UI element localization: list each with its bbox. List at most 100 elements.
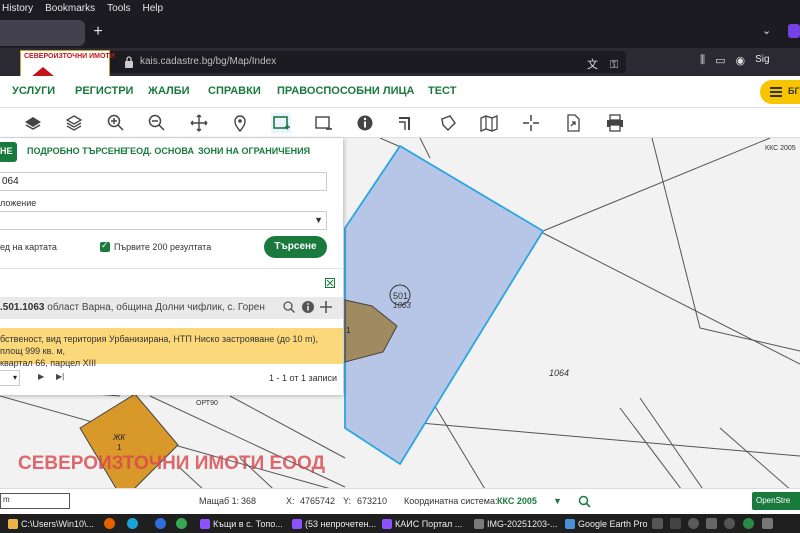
hamburger-button[interactable]: БГ [760, 80, 800, 104]
last-page-icon[interactable]: ▶| [56, 372, 64, 381]
next-page-icon[interactable]: ▶ [38, 372, 44, 381]
menu-tools[interactable]: Tools [105, 3, 132, 14]
zoom-in-icon[interactable] [106, 113, 126, 133]
scale-bar: m [0, 493, 70, 509]
taskbar-kais[interactable]: КАИС Портал ... [382, 517, 462, 531]
info-icon[interactable] [355, 113, 375, 133]
pan-icon[interactable] [189, 113, 209, 133]
stack-icon[interactable] [64, 113, 84, 133]
crs-select[interactable]: ККС 2005 [497, 496, 537, 506]
info-circle-icon[interactable] [301, 300, 315, 314]
select-rect-icon[interactable] [271, 113, 291, 133]
nav-item-services[interactable]: УСЛУГИ [12, 85, 55, 97]
taskbar-explorer[interactable]: C:\Users\Win10\... [8, 517, 94, 531]
tray-icon-5[interactable] [724, 518, 735, 529]
zoom-out-icon[interactable] [147, 113, 167, 133]
show-on-map-label[interactable]: ед на картата [0, 242, 57, 252]
tab-list-icon[interactable]: ⌄ [762, 24, 771, 37]
road-label: ОРТ90 [196, 400, 218, 407]
openstreetmap-badge[interactable]: OpenStre [752, 492, 800, 510]
crs-label: Координатна система: [404, 496, 498, 506]
corner-icon[interactable] [396, 113, 416, 133]
identifier-field[interactable]: 064 [0, 172, 327, 191]
neighbor-parcel-label: 1064 [549, 368, 569, 378]
taskbar-houses[interactable]: Къщи в с. Топо... [200, 517, 283, 531]
chrome-icon[interactable] [176, 518, 187, 529]
result-row[interactable]: .501.1063 област Варна, община Долни чиф… [0, 297, 343, 319]
parcel-number-label: 501 [393, 291, 408, 301]
sidebar-icon[interactable]: ▭ [715, 54, 725, 67]
layers-icon[interactable] [23, 113, 43, 133]
profile-label[interactable]: Sig [755, 54, 769, 67]
firefox-icon[interactable] [104, 518, 115, 529]
search-button[interactable]: Търсене [264, 236, 327, 258]
parcel-id-label: 1063 [393, 301, 411, 310]
browser-tabbar: + ⌄ [0, 16, 800, 48]
hamburger-icon [770, 87, 782, 97]
browser-menubar: History Bookmarks Tools Help [0, 0, 800, 16]
library-icon[interactable]: ⫼ [700, 54, 705, 67]
scale-value: 368 [241, 496, 257, 506]
browser-icon[interactable] [155, 518, 166, 529]
extension-icon[interactable] [788, 24, 800, 38]
language-label: БГ [788, 86, 800, 96]
taskbar-google-earth[interactable]: Google Earth Pro [565, 517, 648, 531]
nav-item-registers[interactable]: РЕГИСТРИ [75, 85, 133, 97]
tray-icon-4[interactable] [706, 518, 717, 529]
logo-text: СЕВЕРОИЗТОЧНИ ИМОТИ [24, 53, 115, 60]
taskbar-image[interactable]: IMG-20251203-... [474, 517, 558, 531]
chevron-down-icon: ▼ [314, 215, 323, 225]
tab-restriction-zones[interactable]: ЗОНИ НА ОГРАНИЧЕНИЯ [198, 146, 310, 156]
y-value: 673210 [357, 496, 388, 506]
nav-item-test[interactable]: ТЕСТ [428, 85, 456, 97]
tray-icon-7[interactable] [762, 518, 773, 529]
menu-help[interactable]: Help [141, 3, 166, 14]
result-address: област Варна, община Долни чифлик, с. Го… [47, 302, 265, 313]
selected-parcel [344, 144, 545, 466]
first-200-checkbox[interactable] [100, 240, 110, 252]
active-tab[interactable] [0, 20, 85, 46]
pager: ▾ ▶ ▶| 1 - 1 от 1 записи [0, 368, 343, 388]
crosshair-icon[interactable] [521, 113, 541, 133]
menu-history[interactable]: History [0, 3, 35, 14]
new-tab-button[interactable]: + [90, 24, 106, 40]
crs-chevron-icon[interactable]: ▼ [553, 496, 562, 506]
lock-icon [125, 56, 133, 68]
url-text: kais.cadastre.bg/bg/Map/Index [140, 56, 277, 67]
tab-geodetic-base[interactable]: ГЕОД. ОСНОВА [125, 146, 194, 156]
search-panel: НЕ ПОДРОБНО ТЪРСЕНЕ ГЕОД. ОСНОВА ЗОНИ НА… [0, 138, 343, 395]
map-icon[interactable] [479, 113, 499, 133]
panel-divider [0, 268, 343, 269]
search-icon[interactable] [282, 300, 296, 314]
key-icon[interactable]: ⚿ [610, 54, 618, 76]
nav-item-references[interactable]: СПРАВКИ [208, 85, 261, 97]
nav-item-complaints[interactable]: ЖАЛБИ [148, 85, 190, 97]
taskbar-unread[interactable]: (53 непрочетен... [292, 517, 376, 531]
translate-icon[interactable]: 文 [587, 54, 598, 76]
location-select[interactable]: ▼ [0, 211, 327, 230]
account-icon[interactable]: ◉ [735, 54, 745, 67]
tray-icon-3[interactable] [688, 518, 699, 529]
locate-search-icon[interactable] [578, 495, 591, 508]
tab-basic-search[interactable]: НЕ [0, 142, 17, 162]
select-area-icon[interactable] [313, 113, 333, 133]
tray-icon-1[interactable] [652, 518, 663, 529]
tab-detailed-search[interactable]: ПОДРОБНО ТЪРСЕНЕ [27, 146, 126, 156]
pager-count: 1 - 1 от 1 записи [269, 373, 338, 383]
add-icon[interactable] [319, 300, 333, 314]
edge-icon[interactable] [127, 518, 138, 529]
tray-icon-2[interactable] [670, 518, 681, 529]
tray-icon-6[interactable] [743, 518, 754, 529]
expand-icon[interactable] [325, 278, 335, 288]
x-value: 4765742 [300, 496, 336, 506]
menu-bookmarks[interactable]: Bookmarks [43, 3, 97, 14]
nav-item-licensed[interactable]: ПРАВОСПОСОБНИ ЛИЦА [277, 85, 415, 97]
pin-icon[interactable] [230, 113, 250, 133]
print-icon[interactable] [605, 113, 625, 133]
orange-building-type-label: ЖК [112, 433, 126, 442]
x-label: X: [286, 496, 295, 506]
export-icon[interactable] [563, 113, 583, 133]
page-size-select[interactable]: ▾ [0, 370, 20, 386]
first-200-label: Първите 200 резултата [114, 242, 212, 252]
polygon-icon[interactable] [438, 113, 458, 133]
